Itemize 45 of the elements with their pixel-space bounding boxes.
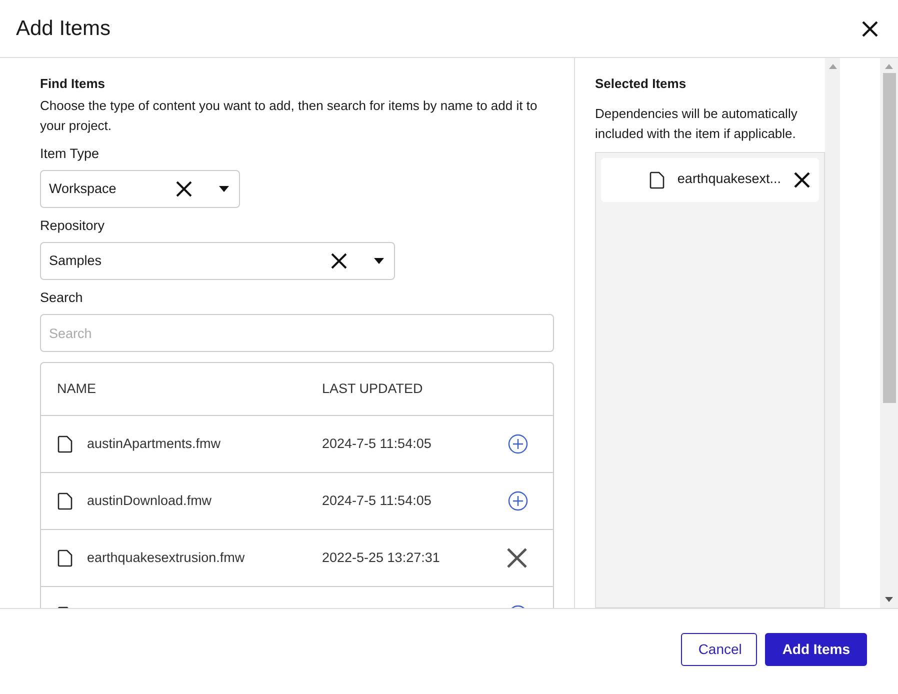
file-icon: [57, 435, 73, 454]
remove-icon: [793, 170, 811, 188]
column-header: NAME: [57, 380, 98, 398]
file-name: earthquakesext...: [677, 170, 781, 188]
clear-icon: [330, 252, 348, 270]
dropdown-field[interactable]: Workspace: [40, 170, 240, 208]
caret-icon[interactable]: [219, 186, 229, 192]
dropdown-field[interactable]: Samples: [40, 242, 395, 280]
file-name: austinApartments.fmw: [87, 435, 221, 454]
add-items-button[interactable]: Add Items: [765, 633, 867, 666]
clear-button[interactable]: [330, 252, 348, 270]
clear-button[interactable]: [175, 180, 193, 198]
caret-icon[interactable]: [374, 258, 384, 264]
file-icon: [57, 549, 73, 568]
add-button[interactable]: [508, 491, 528, 512]
section-heading: Find Items: [40, 75, 106, 93]
date-text: 2024-7-5 11:54:05: [322, 492, 432, 510]
date-text: 2022-5-25 13:27:31: [322, 549, 441, 568]
date-text: 2024-7-5 11:54:05: [322, 435, 432, 454]
field-label: Search: [40, 289, 84, 307]
field-value: Samples: [49, 252, 103, 270]
file-icon: [57, 492, 73, 510]
description-text: Dependencies will be automatically included with the item if applicable.: [595, 104, 798, 143]
scrollbar-thumb[interactable]: [882, 73, 896, 403]
description-text: Choose the type of content you want to add, then search for items by name to add it to your project.: [40, 96, 538, 135]
field-value: Workspace: [49, 180, 118, 198]
column-header: LAST UPDATED: [322, 380, 424, 398]
remove-button[interactable]: [506, 547, 528, 570]
field-label: Repository: [40, 216, 106, 235]
add-icon: [508, 434, 528, 454]
remove-icon: [506, 547, 528, 570]
file-icon: [649, 170, 666, 188]
add-button[interactable]: [508, 434, 528, 454]
clear-icon: [175, 180, 193, 198]
file-name: austinDownload.fmw: [87, 492, 212, 510]
file-name: earthquakesextrusion.fmw: [87, 549, 245, 568]
search-field[interactable]: Search: [40, 314, 554, 352]
section-heading: Selected Items: [595, 75, 688, 93]
close-icon: [860, 18, 880, 38]
field-label: Item Type: [40, 144, 100, 163]
add-icon: [508, 491, 528, 512]
dialog-title: Add Items: [16, 16, 111, 42]
remove-button[interactable]: [793, 170, 811, 188]
scroll-down-icon[interactable]: [885, 597, 893, 602]
cancel-button[interactable]: Cancel: [681, 633, 758, 666]
